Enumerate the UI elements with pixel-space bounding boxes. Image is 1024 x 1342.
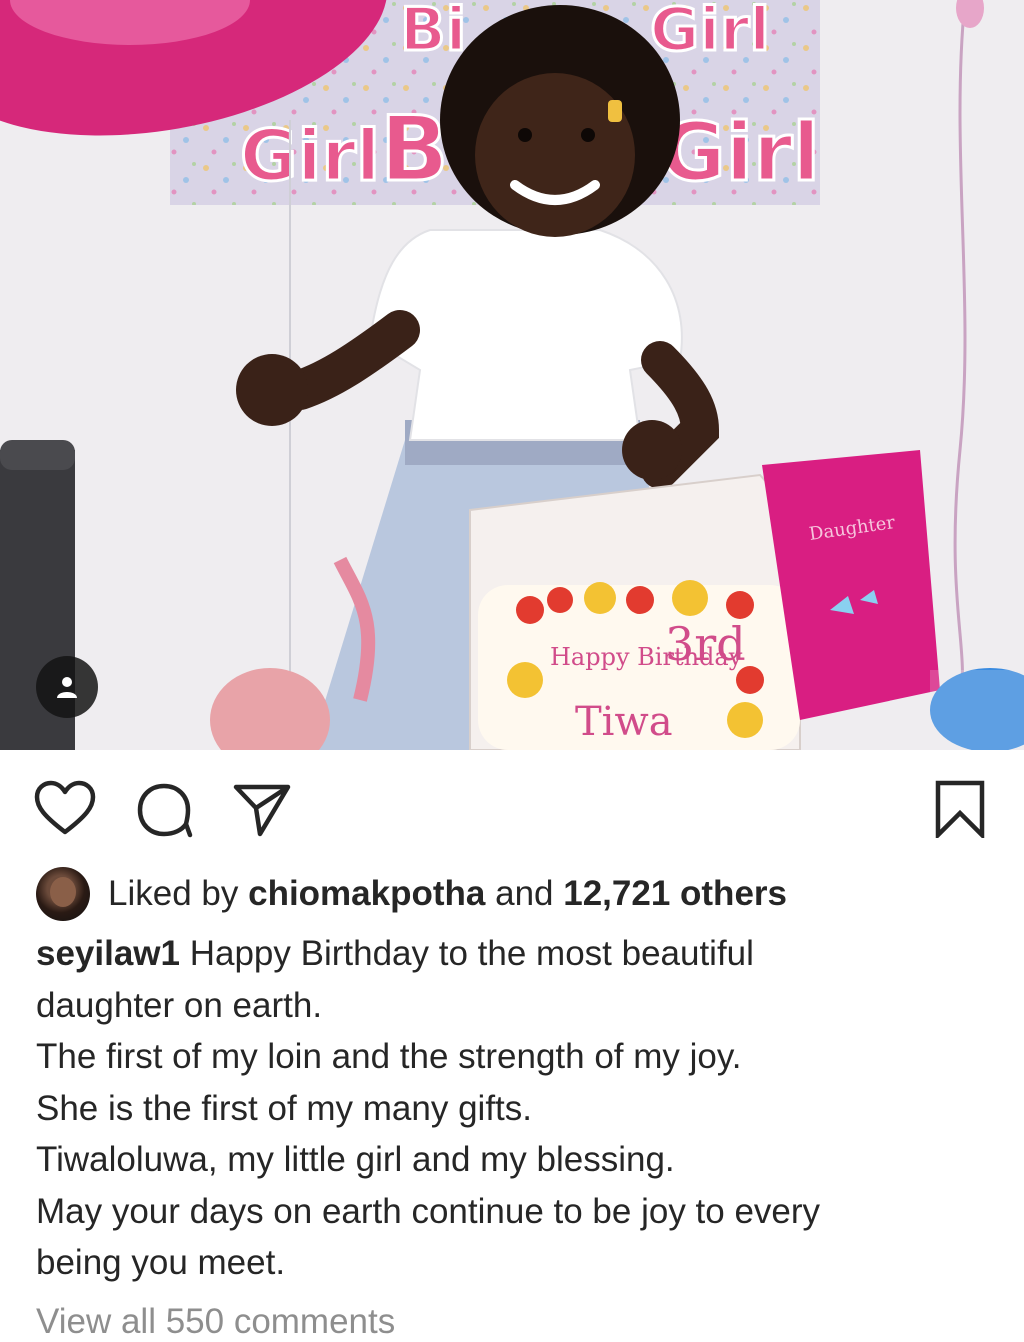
likes-summary[interactable]: Liked by chiomakpotha and 12,721 others: [36, 866, 787, 922]
send-icon[interactable]: [232, 782, 292, 838]
caption-first-line: Happy Birthday to the most beautiful: [180, 934, 754, 973]
svg-text:Girl: Girl: [240, 115, 380, 197]
likes-count[interactable]: 12,721 others: [563, 874, 787, 914]
caption-line: She is the first of my many gifts.: [36, 1088, 532, 1128]
svg-text:Girl: Girl: [660, 106, 820, 199]
caption-username[interactable]: seyilaw1: [36, 934, 180, 973]
svg-text:B: B: [380, 97, 449, 202]
view-all-comments-link[interactable]: View all 550 comments: [36, 1302, 395, 1342]
tagged-users-button[interactable]: [36, 656, 98, 718]
cake-text-2: 3rd: [665, 617, 746, 671]
heart-icon[interactable]: [34, 780, 96, 836]
post-action-bar: [0, 750, 1024, 865]
likes-prefix: Liked by: [108, 874, 239, 913]
liker-avatar[interactable]: [36, 867, 90, 921]
svg-text:Bi: Bi: [400, 0, 466, 65]
caption-line: The first of my loin and the strength of…: [36, 1037, 742, 1076]
caption-line: Tiwaloluwa, my little girl and my blessi…: [36, 1140, 675, 1179]
caption-line: May your days on earth continue to be jo…: [36, 1191, 821, 1231]
svg-text:Girl: Girl: [650, 0, 770, 65]
person-icon: [57, 677, 77, 698]
comment-icon[interactable]: [136, 782, 194, 838]
bookmark-icon[interactable]: [934, 780, 986, 838]
likes-middle: and: [495, 874, 554, 913]
post-photo[interactable]: Girl B Girl Bi Girl Happy Birthday 3rd T…: [0, 0, 1024, 750]
cake-text-3: Tiwa: [575, 699, 673, 745]
caption-line: being you meet.: [36, 1243, 286, 1282]
caption-line: daughter on earth.: [36, 985, 323, 1025]
birthday-photo-illustration: Girl B Girl Bi Girl Happy Birthday 3rd T…: [0, 0, 1024, 750]
post-caption: seyilaw1 Happy Birthday to the most beau…: [36, 928, 996, 1289]
liker-username[interactable]: chiomakpotha: [248, 874, 485, 914]
